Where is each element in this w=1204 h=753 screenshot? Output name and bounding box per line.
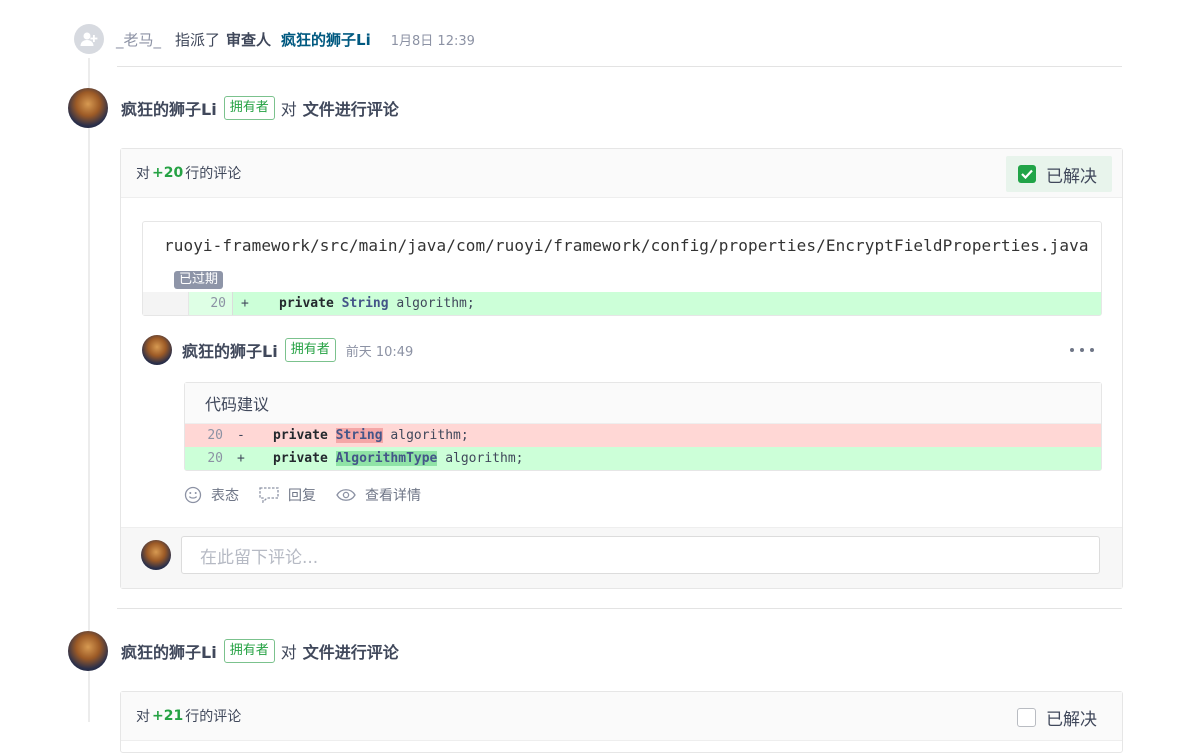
add-user-icon: [74, 24, 104, 54]
divider: [117, 608, 1122, 609]
resolve-toggle[interactable]: 已解决: [1005, 699, 1112, 735]
outdated-badge: 已过期: [174, 271, 224, 289]
comment-input[interactable]: 在此留下评论...: [181, 536, 1100, 574]
avatar[interactable]: [68, 88, 108, 128]
assign-event: _老马_ 指派了 审查人 疯狂的狮子Li 1月8日 12:39: [74, 24, 475, 54]
avatar[interactable]: [142, 335, 172, 365]
line-prefix: 对: [136, 709, 150, 725]
view-details-button[interactable]: 查看详情: [336, 485, 421, 505]
comment-author-link[interactable]: 疯狂的狮子Li: [121, 639, 217, 663]
diff-code: private String algorithm;: [253, 428, 469, 443]
eye-icon: [336, 489, 356, 501]
comment-action: 文件进行评论: [302, 100, 399, 119]
suggestion-line-added: 20 + private AlgorithmType algorithm;: [185, 447, 1101, 470]
react-label: 表态: [211, 488, 239, 504]
line-number: 20: [207, 428, 223, 443]
owner-badge: 拥有者: [223, 96, 275, 120]
code-type: String: [335, 428, 383, 443]
suggestion-title: 代码建议: [185, 383, 1101, 424]
code-keyword: private: [279, 296, 334, 311]
code-rest: algorithm;: [445, 451, 524, 466]
reply-icon: [259, 487, 279, 503]
comment-author-link[interactable]: 疯狂的狮子Li: [121, 96, 217, 120]
checkbox-unchecked-icon[interactable]: [1017, 707, 1036, 727]
event-time: 1月8日 12:39: [390, 33, 475, 49]
resolve-label: 已解决: [1046, 709, 1097, 730]
new-line-number: 20: [189, 292, 233, 315]
file-path[interactable]: ruoyi-framework/src/main/java/com/ruoyi/…: [143, 222, 1101, 268]
line-prefix: 对: [136, 166, 150, 182]
diff-sign: -: [237, 428, 245, 443]
diff-line: 20 + private String algorithm;: [143, 292, 1101, 315]
code-keyword: private: [273, 451, 328, 466]
event-role: 审查人: [226, 30, 272, 49]
owner-badge: 拥有者: [284, 338, 336, 362]
divider: [117, 66, 1122, 67]
view-details-label: 查看详情: [365, 488, 421, 504]
diff-sign: +: [241, 296, 249, 311]
reply-actions: 表态 回复 查看详情: [184, 483, 441, 507]
event-target-link[interactable]: 疯狂的狮子Li: [281, 29, 371, 50]
line-ref-link[interactable]: +20: [152, 165, 183, 181]
new-comment-bar: 在此留下评论...: [121, 527, 1122, 588]
line-suffix: 行的评论: [185, 709, 242, 725]
checkbox-checked-icon[interactable]: [1018, 165, 1036, 183]
resolve-label: 已解决: [1046, 166, 1097, 187]
comment-thread: 对 +21 行的评论 已解决: [120, 691, 1123, 753]
reply-time: 前天 10:49: [345, 344, 414, 360]
comment-header: 疯狂的狮子Li 拥有者 对 文件进行评论: [68, 88, 399, 128]
more-options-icon[interactable]: [1070, 335, 1094, 365]
file-diff-block: ruoyi-framework/src/main/java/com/ruoyi/…: [142, 221, 1102, 316]
avatar[interactable]: [68, 631, 108, 671]
code-rest: algorithm;: [396, 296, 475, 311]
code-rest: algorithm;: [390, 428, 469, 443]
diff-code: private AlgorithmType algorithm;: [253, 451, 523, 466]
code-type: String: [341, 296, 389, 311]
comment-dui: 对: [280, 100, 297, 119]
react-button[interactable]: 表态: [184, 485, 239, 505]
event-verb: 指派了: [175, 30, 221, 49]
code-keyword: private: [273, 428, 328, 443]
line-suffix: 行的评论: [185, 166, 242, 182]
event-user-link[interactable]: _老马_: [116, 29, 161, 50]
comment-thread-header: 对 +20 行的评论 已解决: [121, 149, 1122, 198]
diff-sign: +: [237, 451, 245, 466]
resolve-toggle[interactable]: 已解决: [1006, 156, 1112, 192]
reply-header: 疯狂的狮子Li 拥有者 前天 10:49: [142, 335, 413, 365]
line-number: 20: [207, 451, 223, 466]
avatar: [141, 540, 171, 570]
old-line-number: [143, 292, 189, 315]
diff-code: private String algorithm;: [257, 296, 475, 311]
owner-badge: 拥有者: [223, 639, 275, 663]
comment-thread: 对 +20 行的评论 已解决 ruoyi-framework/src/main/…: [120, 148, 1123, 589]
timeline-line: [88, 58, 90, 722]
reply-label: 回复: [288, 488, 316, 504]
comment-header: 疯狂的狮子Li 拥有者 对 文件进行评论: [68, 631, 399, 671]
smile-icon: [184, 486, 202, 504]
code-suggestion: 代码建议 20 - private String algorithm; 20 +…: [184, 382, 1102, 471]
comment-dui: 对: [280, 643, 297, 662]
suggestion-line-removed: 20 - private String algorithm;: [185, 424, 1101, 447]
reply-button[interactable]: 回复: [259, 485, 316, 505]
reply-author-link[interactable]: 疯狂的狮子Li: [182, 338, 278, 362]
comment-thread-header: 对 +21 行的评论 已解决: [121, 692, 1122, 741]
code-type: AlgorithmType: [335, 451, 438, 466]
comment-action: 文件进行评论: [302, 643, 399, 662]
